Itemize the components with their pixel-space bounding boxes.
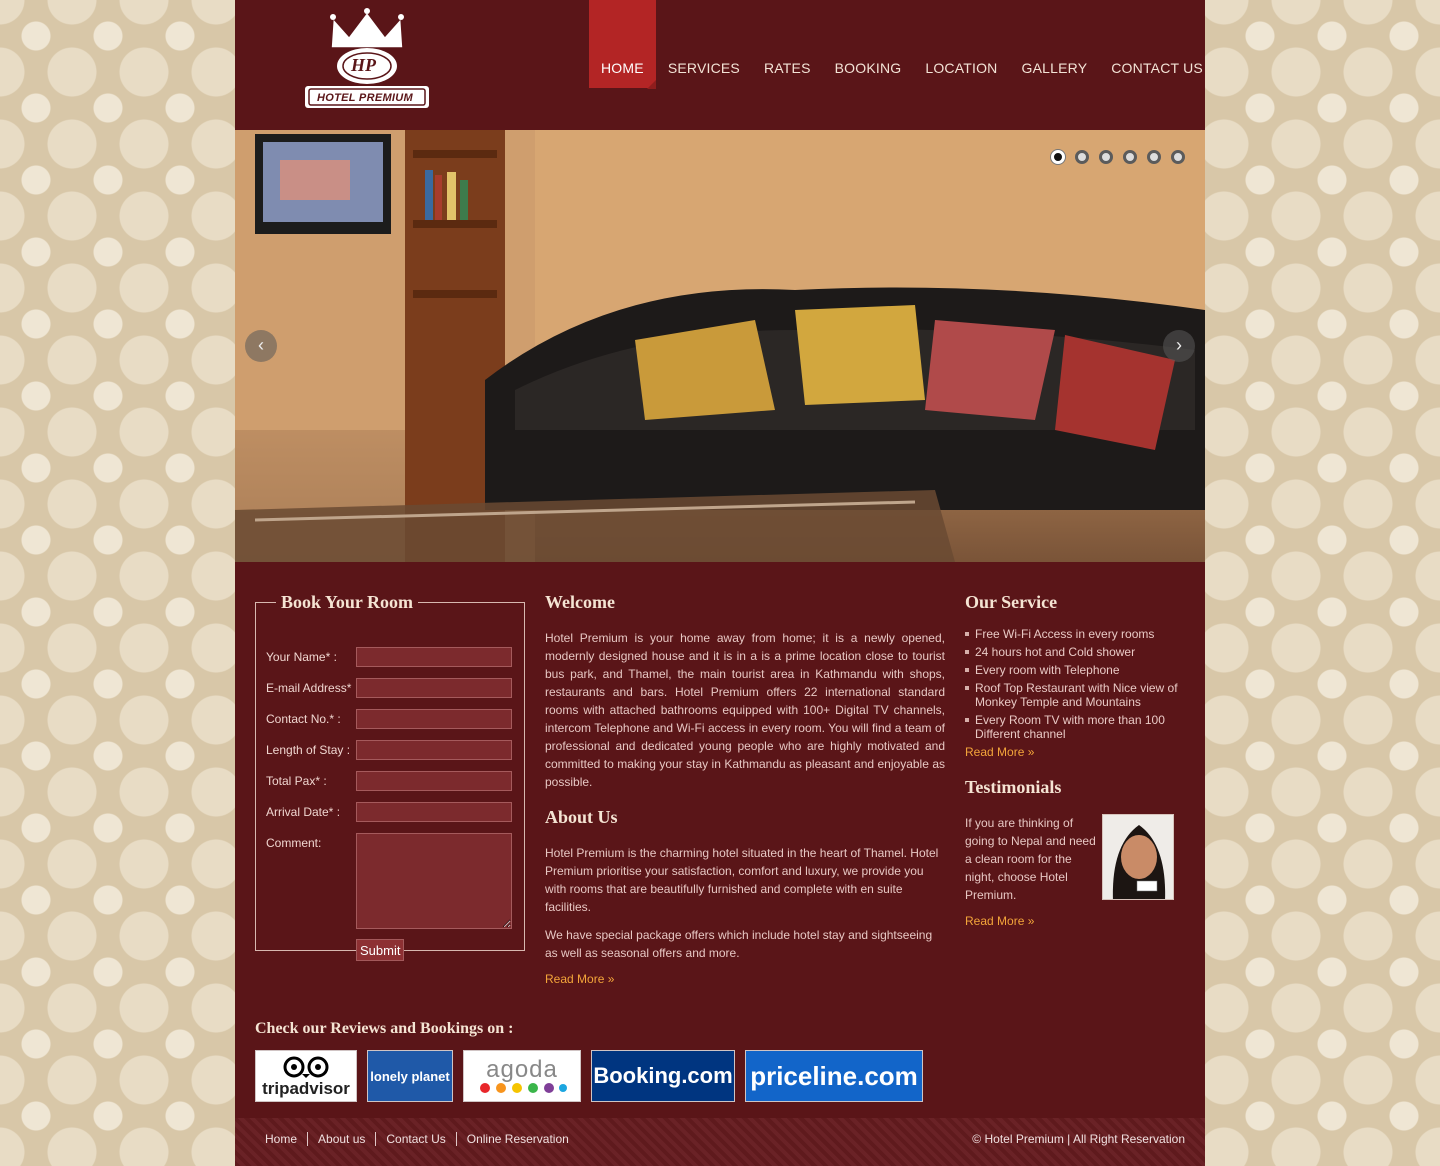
slider-dot[interactable]: [1123, 150, 1137, 164]
chevron-right-icon[interactable]: ›: [1163, 330, 1195, 362]
about-read-more-link[interactable]: Read More »: [545, 972, 614, 986]
welcome-title: Welcome: [545, 592, 615, 612]
chevron-left-icon[interactable]: ‹: [245, 330, 277, 362]
about-text-2: We have special package offers which inc…: [545, 928, 933, 960]
slider-dot[interactable]: [1099, 150, 1113, 164]
lonely-planet-label: lonely planet: [370, 1068, 450, 1084]
comment-textarea[interactable]: [356, 833, 512, 929]
service-item: Every room with Telephone: [965, 663, 1185, 677]
tripadvisor-label: tripadvisor: [262, 1079, 350, 1098]
booking-com-logo[interactable]: Booking.com: [591, 1050, 735, 1102]
about-title: About Us: [545, 807, 618, 827]
slider-dot[interactable]: [1051, 150, 1065, 164]
nav-home[interactable]: HOME: [589, 0, 656, 89]
service-item: 24 hours hot and Cold shower: [965, 645, 1185, 659]
partner-logos: tripadvisor lonely planet agoda Booking.…: [255, 1050, 923, 1102]
contact-row: Contact No.* :: [266, 709, 516, 731]
nav-booking[interactable]: BOOKING: [823, 0, 914, 88]
footer-link-about[interactable]: About us: [307, 1132, 375, 1146]
image-slider: ‹ ›: [235, 130, 1205, 562]
page-wrapper: HP HOTEL PREMIUM HOME SERVICES RATES BOO…: [235, 0, 1205, 1166]
footer: Home About us Contact Us Online Reservat…: [235, 1118, 1205, 1166]
email-label: E-mail Address*: [266, 681, 352, 695]
stay-input[interactable]: [356, 740, 512, 760]
nav-services[interactable]: SERVICES: [656, 0, 752, 88]
copyright-text: © Hotel Premium | All Right Reservation: [972, 1132, 1185, 1146]
service-title: Our Service: [965, 592, 1058, 612]
booking-com-label: Booking.com: [593, 1063, 733, 1088]
booking-form: Book Your Room Your Name* : E-mail Addre…: [255, 592, 525, 961]
pax-label: Total Pax* :: [266, 774, 327, 788]
comment-label: Comment:: [266, 836, 322, 850]
person-photo-icon: [1103, 815, 1173, 899]
service-list: Free Wi-Fi Access in every rooms 24 hour…: [965, 627, 1185, 741]
testimonial-read-more-link[interactable]: Read More »: [965, 914, 1034, 928]
logo-text: HOTEL PREMIUM: [317, 92, 413, 104]
nav-rates[interactable]: RATES: [752, 0, 823, 88]
service-read-more-link[interactable]: Read More »: [965, 745, 1034, 759]
testimonials-title: Testimonials: [965, 777, 1062, 797]
about-text-1: Hotel Premium is the charming hotel situ…: [545, 846, 939, 914]
header: HP HOTEL PREMIUM HOME SERVICES RATES BOO…: [235, 0, 1205, 130]
agoda-logo[interactable]: agoda: [463, 1050, 581, 1102]
contact-input[interactable]: [356, 709, 512, 729]
slider-dot[interactable]: [1147, 150, 1161, 164]
stay-label: Length of Stay :: [266, 743, 351, 757]
booking-title: Book Your Room: [281, 592, 414, 612]
hotel-logo[interactable]: HP HOTEL PREMIUM: [303, 8, 431, 112]
slider-pagination: [1051, 150, 1185, 164]
stay-row: Length of Stay :: [266, 740, 516, 762]
lonely-planet-logo[interactable]: lonely planet: [367, 1050, 453, 1102]
name-label: Your Name* :: [266, 650, 337, 664]
logo-monogram: HP: [351, 55, 376, 75]
service-item: Roof Top Restaurant with Nice view of Mo…: [965, 681, 1185, 709]
arrival-input[interactable]: [356, 802, 512, 822]
main-nav: HOME SERVICES RATES BOOKING LOCATION GAL…: [589, 0, 1215, 90]
nav-location[interactable]: LOCATION: [913, 0, 1009, 88]
name-input[interactable]: [356, 647, 512, 667]
agoda-dots-icon: [480, 1083, 567, 1093]
slider-dot[interactable]: [1171, 150, 1185, 164]
email-input[interactable]: [356, 678, 512, 698]
service-item: Free Wi-Fi Access in every rooms: [965, 627, 1185, 641]
nav-gallery[interactable]: GALLERY: [1010, 0, 1100, 88]
testimonial-avatar: [1102, 814, 1174, 900]
agoda-label: agoda: [486, 1056, 558, 1083]
footer-link-reservation[interactable]: Online Reservation: [455, 1132, 579, 1146]
slide-photo-lounge: [235, 130, 1205, 562]
slider-dot[interactable]: [1075, 150, 1089, 164]
submit-button[interactable]: Submit: [356, 939, 405, 961]
email-row: E-mail Address*: [266, 678, 516, 700]
pax-row: Total Pax* :: [266, 771, 516, 793]
service-item: Every Room TV with more than 100 Differe…: [965, 713, 1185, 741]
priceline-logo[interactable]: priceline.com: [745, 1050, 923, 1102]
footer-link-home[interactable]: Home: [265, 1132, 307, 1146]
welcome-section: Welcome Hotel Premium is your home away …: [545, 592, 945, 986]
priceline-label: priceline.com: [750, 1060, 918, 1091]
service-section: Our Service Free Wi-Fi Access in every r…: [965, 592, 1185, 928]
pax-input[interactable]: [356, 771, 512, 791]
contact-label: Contact No.* :: [266, 712, 341, 726]
welcome-text: Hotel Premium is your home away from hom…: [545, 631, 945, 789]
tripadvisor-logo[interactable]: tripadvisor: [255, 1050, 357, 1102]
comment-row: Comment:: [266, 833, 516, 931]
testimonial-text: If you are thinking of going to Nepal an…: [965, 816, 1096, 902]
footer-links: Home About us Contact Us Online Reservat…: [265, 1132, 579, 1146]
arrival-label: Arrival Date* :: [266, 805, 341, 819]
name-row: Your Name* :: [266, 647, 516, 669]
arrival-row: Arrival Date* :: [266, 802, 516, 824]
reviews-title: Check our Reviews and Bookings on :: [255, 1020, 514, 1037]
nav-contact-us[interactable]: CONTACT US: [1099, 0, 1215, 88]
footer-link-contact[interactable]: Contact Us: [375, 1132, 455, 1146]
